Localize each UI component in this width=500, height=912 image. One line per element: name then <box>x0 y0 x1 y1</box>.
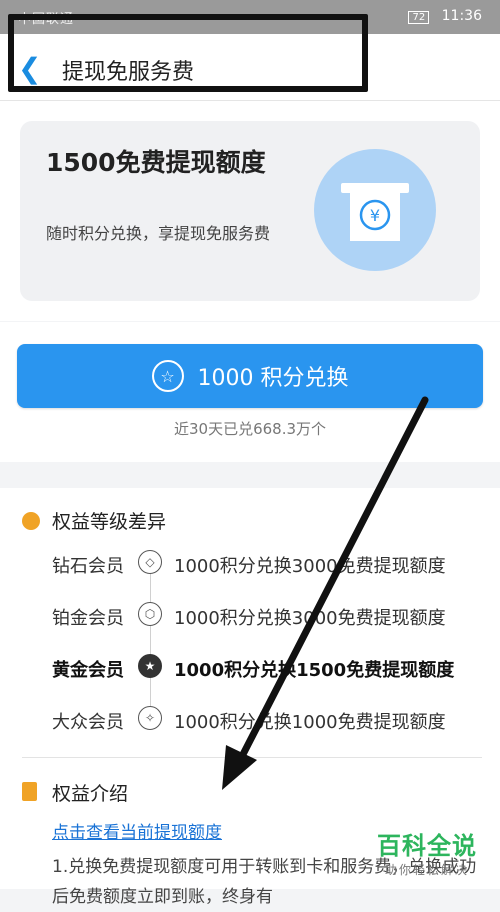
clock: 11:36 <box>441 8 482 24</box>
document-icon <box>22 782 37 801</box>
watermark: 百科全说 助你轻松解决 <box>372 826 482 878</box>
redeemed-count: 近30天已兑668.3万个 <box>173 420 327 438</box>
star-outline-icon: ✧ <box>138 706 162 730</box>
level-desc: 1000积分兑换3000免费提现额度 <box>174 608 446 629</box>
annotation-highlight-box <box>8 14 368 92</box>
promo-section: 1500免费提现额度 随时积分兑换，享提现免服务费 ¥ <box>0 101 500 321</box>
level-desc: 1000积分兑换3000免费提现额度 <box>174 556 446 577</box>
yen-receipt-icon: ¥ <box>314 149 436 271</box>
level-label: 黄金会员 <box>52 660 124 681</box>
benefit-row-diamond: 钻石会员 ◇ 1000积分兑换3000免费提现额度 <box>0 550 500 580</box>
level-desc: 1000积分兑换1000免费提现额度 <box>174 712 446 733</box>
benefits-title: 权益等级差异 <box>52 511 167 533</box>
level-label: 铂金会员 <box>52 608 124 629</box>
level-timeline <box>150 563 151 723</box>
battery-icon: 72 <box>408 11 430 24</box>
promo-card: 1500免费提现额度 随时积分兑换，享提现免服务费 ¥ <box>20 121 480 301</box>
watermark-brand: 百科全说 <box>377 832 477 860</box>
benefit-row-public: 大众会员 ✧ 1000积分兑换1000免费提现额度 <box>0 706 500 736</box>
promo-subtitle: 随时积分兑换，享提现免服务费 <box>46 224 271 243</box>
view-quota-link[interactable]: 点击查看当前提现额度 <box>52 818 222 843</box>
level-label: 钻石会员 <box>52 556 124 577</box>
section-divider <box>22 757 482 758</box>
watermark-tagline: 助你轻松解决 <box>384 863 469 877</box>
redeem-section: ☆ 1000 积分兑换 近30天已兑668.3万个 <box>0 322 500 462</box>
benefit-row-platinum: 铂金会员 ⬡ 1000积分兑换3000免费提现额度 <box>0 602 500 632</box>
diamond-icon: ◇ <box>138 550 162 574</box>
benefits-section-icon <box>22 512 40 530</box>
status-right: 72 11:36 <box>408 8 482 24</box>
level-label: 大众会员 <box>52 712 124 733</box>
level-desc: 1000积分兑换1500免费提现额度 <box>174 660 455 681</box>
redeem-button-label: 1000 积分兑换 <box>197 366 349 391</box>
svg-text:¥: ¥ <box>370 206 380 225</box>
benefit-row-gold: 黄金会员 ★ 1000积分兑换1500免费提现额度 <box>0 654 500 684</box>
redeem-button[interactable]: ☆ 1000 积分兑换 <box>17 344 483 408</box>
star-filled-icon: ★ <box>138 654 162 678</box>
hexagon-icon: ⬡ <box>138 602 162 626</box>
promo-headline: 1500免费提现额度 <box>46 148 266 177</box>
star-icon: ☆ <box>151 360 184 392</box>
intro-title: 权益介绍 <box>52 783 129 805</box>
